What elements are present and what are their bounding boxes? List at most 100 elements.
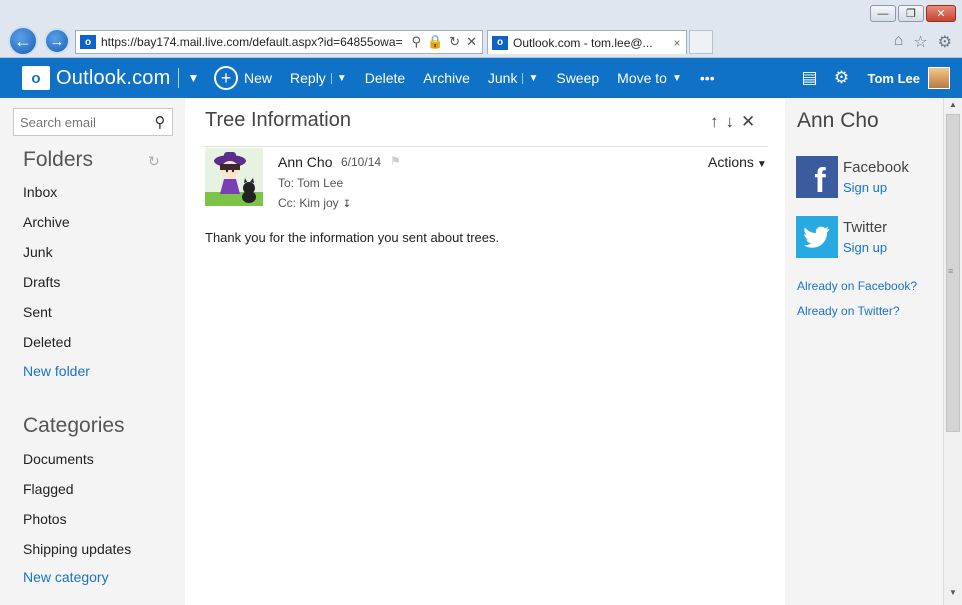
twitter-icon[interactable] — [796, 216, 838, 258]
more-button[interactable]: ••• — [691, 58, 724, 98]
move-to-label: Move to — [617, 70, 667, 86]
message-body: Thank you for the information you sent a… — [205, 230, 500, 245]
twitter-bird-icon — [804, 226, 830, 248]
folder-archive[interactable]: Archive — [23, 214, 70, 230]
chevron-down-icon[interactable]: ▼ — [330, 72, 347, 84]
vertical-scrollbar[interactable]: ▲ ≡ ▼ — [943, 98, 962, 605]
forward-button[interactable]: → — [44, 28, 70, 54]
new-button[interactable]: + New — [205, 58, 281, 98]
chevron-down-icon[interactable]: ▼ — [522, 72, 538, 84]
folder-deleted[interactable]: Deleted — [23, 334, 71, 350]
more-icon: ••• — [699, 70, 715, 86]
back-button[interactable]: ← — [8, 26, 38, 56]
junk-label: Junk — [487, 70, 518, 86]
outlook-favicon-icon: o — [492, 35, 508, 50]
delete-label: Delete — [364, 70, 406, 86]
new-label: New — [244, 70, 273, 86]
twitter-label: Twitter — [843, 219, 888, 236]
search-input[interactable] — [20, 114, 148, 130]
tab-close-icon[interactable]: × — [668, 36, 686, 50]
user-name[interactable]: Tom Lee — [868, 71, 921, 86]
cc-recipients[interactable]: Cc: Kim joy ↧ — [278, 196, 351, 210]
chevron-down-icon[interactable]: ▼ — [187, 71, 199, 85]
already-on-facebook-link[interactable]: Already on Facebook? — [797, 279, 917, 293]
address-bar[interactable]: o https://bay174.mail.live.com/default.a… — [75, 30, 483, 54]
header-divider — [205, 146, 768, 147]
facebook-icon[interactable]: f — [796, 156, 838, 198]
facebook-label: Facebook — [843, 159, 909, 176]
outlook-command-bar: o Outlook.com ▼ + New Reply ▼ Delete Arc… — [0, 58, 962, 98]
restore-button[interactable]: ❐ — [898, 5, 924, 22]
message-subject: Tree Information — [205, 109, 351, 131]
sweep-button[interactable]: Sweep — [547, 58, 608, 98]
category-photos[interactable]: Photos — [23, 511, 67, 527]
actions-menu[interactable]: Actions ▼ — [708, 154, 767, 170]
junk-button[interactable]: Junk ▼ — [479, 58, 547, 98]
facebook-signup-link[interactable]: Sign up — [843, 180, 887, 195]
browser-tab[interactable]: o Outlook.com - tom.lee@... × — [487, 30, 687, 54]
search-box[interactable]: ⚲ — [13, 108, 173, 136]
folder-sent[interactable]: Sent — [23, 304, 52, 320]
contact-name: Ann Cho — [797, 109, 879, 132]
messaging-icon[interactable]: ▤ — [794, 68, 826, 88]
actions-label: Actions — [708, 154, 754, 170]
message-date: 6/10/14 — [341, 155, 382, 169]
scroll-up-icon[interactable]: ▲ — [949, 100, 957, 109]
archive-button[interactable]: Archive — [414, 58, 479, 98]
lock-icon[interactable]: 🔒 — [427, 34, 443, 50]
brand[interactable]: o Outlook.com ▼ — [0, 58, 205, 98]
search-icon[interactable]: ⚲ — [148, 113, 172, 131]
refresh-icon[interactable]: ↻ — [148, 153, 160, 170]
browser-chrome: — ❐ ✕ ← → o https://bay174.mail.live.com… — [0, 0, 962, 58]
new-category-link[interactable]: New category — [23, 569, 109, 585]
to-recipients[interactable]: To: Tom Lee — [278, 176, 343, 190]
reply-button[interactable]: Reply ▼ — [281, 58, 356, 98]
search-icon[interactable]: ⚲ — [411, 34, 421, 50]
minimize-button[interactable]: — — [870, 5, 896, 22]
expand-icon[interactable]: ↧ — [343, 199, 351, 210]
arrow-up-icon[interactable]: ↑ — [710, 112, 719, 132]
folders-heading[interactable]: Folders — [23, 148, 93, 172]
sweep-label: Sweep — [556, 70, 600, 86]
folder-inbox[interactable]: Inbox — [23, 184, 57, 200]
new-tab-button[interactable] — [689, 30, 713, 54]
close-icon[interactable]: ✕ — [741, 112, 755, 132]
flag-icon[interactable]: ⚑ — [390, 154, 401, 168]
scroll-grip-icon: ≡ — [948, 266, 954, 276]
categories-heading[interactable]: Categories — [23, 414, 125, 438]
delete-button[interactable]: Delete — [356, 58, 414, 98]
sender-name[interactable]: Ann Cho — [278, 154, 332, 170]
top-right-controls: ▤ ⚙ Tom Lee — [794, 58, 962, 98]
browser-toolbar-icons: ⌂ ☆ ⚙ — [894, 32, 952, 52]
address-url[interactable]: https://bay174.mail.live.com/default.asp… — [101, 35, 406, 49]
outlook-favicon-icon: o — [80, 35, 96, 49]
gear-icon[interactable]: ⚙ — [826, 68, 858, 88]
already-on-twitter-link[interactable]: Already on Twitter? — [797, 304, 900, 318]
gear-icon[interactable]: ⚙ — [938, 32, 952, 52]
star-icon[interactable]: ☆ — [913, 32, 927, 52]
home-icon[interactable]: ⌂ — [894, 32, 904, 52]
plus-circle-icon: + — [214, 66, 238, 90]
category-shipping-updates[interactable]: Shipping updates — [23, 541, 131, 557]
message-nav: ↑ ↓ ✕ — [710, 112, 755, 132]
folder-junk[interactable]: Junk — [23, 244, 53, 260]
scroll-down-icon[interactable]: ▼ — [949, 588, 957, 597]
close-window-button[interactable]: ✕ — [926, 5, 956, 22]
folder-drafts[interactable]: Drafts — [23, 274, 60, 290]
category-flagged[interactable]: Flagged — [23, 481, 74, 497]
refresh-icon[interactable]: ↻ — [449, 34, 460, 50]
new-folder-link[interactable]: New folder — [23, 363, 90, 379]
window-controls: — ❐ ✕ — [870, 5, 956, 22]
twitter-signup-link[interactable]: Sign up — [843, 240, 887, 255]
avatar[interactable] — [928, 67, 950, 89]
move-to-button[interactable]: Move to ▼ — [608, 58, 691, 98]
back-arrow-icon: ← — [14, 30, 32, 51]
sender-avatar[interactable] — [205, 148, 263, 206]
archive-label: Archive — [423, 70, 470, 86]
tab-title: Outlook.com - tom.lee@... — [513, 35, 653, 50]
stop-icon[interactable]: ✕ — [466, 34, 477, 50]
arrow-down-icon[interactable]: ↓ — [726, 112, 735, 132]
category-documents[interactable]: Documents — [23, 451, 94, 467]
sender-avatar-illustration — [205, 148, 263, 206]
reading-pane: Tree Information ↑ ↓ ✕ Ann Cho 6/10/14 ⚑… — [185, 98, 785, 605]
